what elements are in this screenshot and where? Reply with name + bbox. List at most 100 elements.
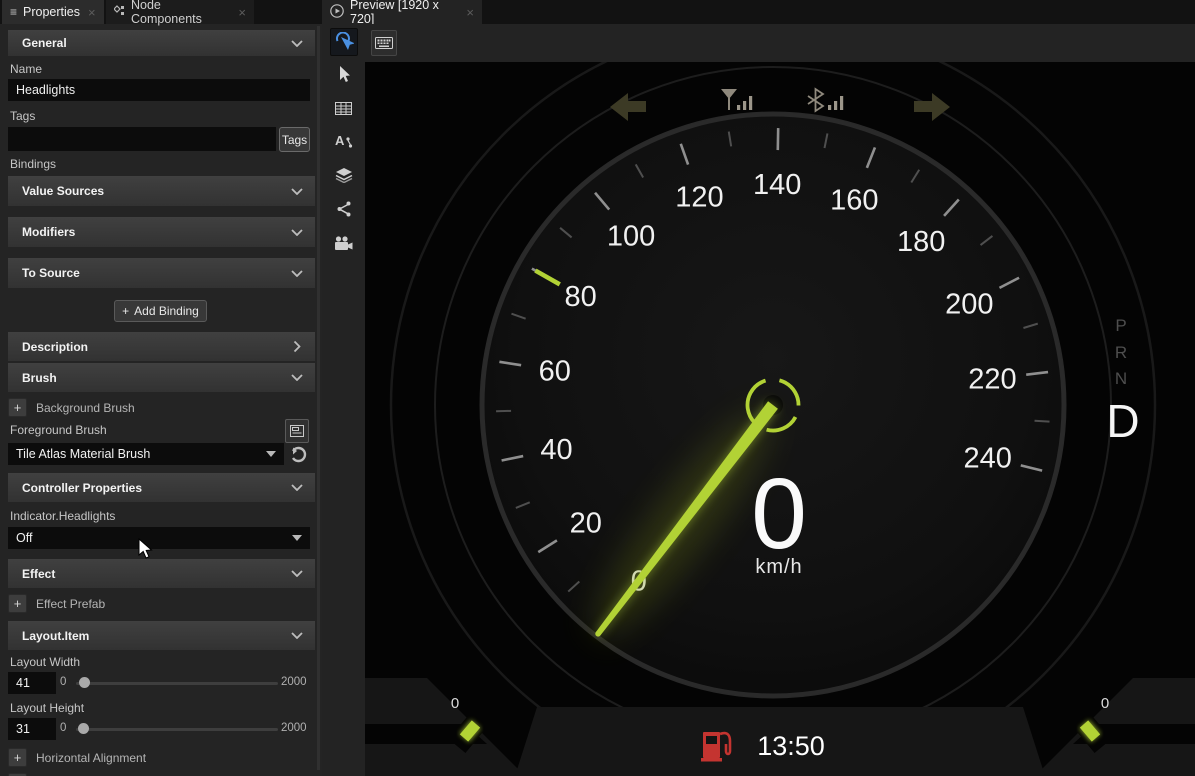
connections-icon xyxy=(336,201,352,217)
left-tabbar: ≡ Properties × Node Components × xyxy=(0,0,322,24)
foreground-brush-select[interactable]: Tile Atlas Material Brush xyxy=(8,443,284,465)
section-description[interactable]: Description xyxy=(8,332,315,361)
section-modifiers[interactable]: Modifiers xyxy=(8,217,315,247)
tags-label: Tags xyxy=(10,109,35,123)
section-value-sources[interactable]: Value Sources xyxy=(8,176,315,206)
section-layout-item[interactable]: Layout.Item xyxy=(8,621,315,650)
video-camera-icon xyxy=(334,236,353,251)
horizontal-alignment-label: Horizontal Alignment xyxy=(36,751,146,765)
camera-button[interactable] xyxy=(322,229,365,257)
left-turn-indicator-icon xyxy=(610,93,646,121)
dial-label: 140 xyxy=(753,169,801,201)
preview-side-toolbar: A xyxy=(322,58,365,776)
dial-label: 40 xyxy=(540,434,572,466)
brush-editor-button[interactable] xyxy=(285,419,309,443)
tags-input[interactable] xyxy=(8,127,276,151)
tab-label: Preview [1920 x 720] xyxy=(350,0,458,26)
plus-icon: + xyxy=(122,304,129,318)
section-effect[interactable]: Effect xyxy=(8,559,315,588)
gear-selected: D xyxy=(1106,395,1139,447)
play-icon xyxy=(330,4,344,21)
chevron-down-icon xyxy=(291,570,303,577)
revert-arrow-icon xyxy=(290,446,307,463)
dial-label: 180 xyxy=(897,226,945,258)
revert-brush-button[interactable] xyxy=(287,443,309,465)
tab-label: Node Components xyxy=(131,0,230,26)
gear-option: N xyxy=(1115,369,1127,388)
indicator-headlights-select[interactable]: Off xyxy=(8,527,310,549)
speed-value: 0 xyxy=(751,458,807,570)
chevron-down-icon xyxy=(291,374,303,381)
select-tool-button[interactable] xyxy=(322,60,365,88)
indicator-headlights-label: Indicator.Headlights xyxy=(10,509,115,523)
panel-scrollbar[interactable] xyxy=(317,26,320,770)
layout-width-slider-knob[interactable] xyxy=(79,677,90,688)
properties-panel: ≡ Properties × Node Components × General… xyxy=(0,0,322,776)
speed-unit: km/h xyxy=(755,556,802,578)
section-brush[interactable]: Brush xyxy=(8,363,315,392)
chevron-down-icon xyxy=(291,188,303,195)
preview-toolbar xyxy=(322,24,1195,58)
bluetooth-signal-icon xyxy=(808,89,843,111)
name-input[interactable]: Headlights xyxy=(8,79,310,101)
add-binding-button[interactable]: + Add Binding xyxy=(114,300,207,322)
right-mini-gauge-value: 0 xyxy=(1101,695,1109,712)
preview-panel: Preview [1920 x 720] × A xyxy=(322,0,1195,776)
section-controller-properties[interactable]: Controller Properties xyxy=(8,473,315,502)
gear-option: P xyxy=(1115,316,1126,335)
properties-list-icon: ≡ xyxy=(10,5,17,19)
interact-cursor-icon xyxy=(334,32,354,52)
section-to-source[interactable]: To Source xyxy=(8,258,315,288)
dial-label: 100 xyxy=(607,221,655,253)
tags-button[interactable]: Tags xyxy=(279,127,310,152)
grid-view-button[interactable] xyxy=(322,94,365,122)
layout-height-slider-knob[interactable] xyxy=(78,723,89,734)
cursor-arrow-icon xyxy=(336,65,352,83)
dropdown-caret-icon xyxy=(292,535,302,541)
gear-option: R xyxy=(1115,343,1127,362)
preview-viewport[interactable]: 020406080100120140160180200220240 0 km/h… xyxy=(365,62,1195,776)
connections-button[interactable] xyxy=(322,195,365,223)
slider-min-label: 0 xyxy=(60,722,66,734)
tab-properties[interactable]: ≡ Properties × xyxy=(2,0,104,24)
interact-tool-button[interactable] xyxy=(330,28,358,56)
svg-text:A: A xyxy=(335,133,345,148)
bindings-label: Bindings xyxy=(10,157,56,171)
layers-icon xyxy=(335,167,353,183)
editor-window-icon xyxy=(290,425,304,437)
application-window: ≡ Properties × Node Components × General… xyxy=(0,0,1195,776)
layers-button[interactable] xyxy=(322,161,365,189)
antenna-signal-icon xyxy=(721,89,752,110)
dropdown-caret-icon xyxy=(266,451,276,457)
tab-preview[interactable]: Preview [1920 x 720] × xyxy=(322,0,482,24)
layout-height-slider-track[interactable] xyxy=(76,728,278,731)
tab-node-components[interactable]: Node Components × xyxy=(106,0,254,24)
left-mini-gauge-value: 0 xyxy=(451,695,459,712)
dial-label: 240 xyxy=(964,442,1012,474)
foreground-brush-label: Foreground Brush xyxy=(10,423,107,437)
add-horizontal-alignment-button[interactable]: + xyxy=(8,748,27,767)
add-effect-prefab-button[interactable]: + xyxy=(8,594,27,613)
text-analysis-button[interactable]: A xyxy=(322,127,365,155)
dial-label: 120 xyxy=(675,182,723,214)
close-icon[interactable]: × xyxy=(88,5,96,20)
section-general[interactable]: General xyxy=(8,30,315,56)
grid-icon xyxy=(335,102,352,115)
chevron-down-icon xyxy=(291,40,303,47)
layout-width-input[interactable]: 41 xyxy=(8,672,56,694)
dial-label: 80 xyxy=(565,281,597,313)
add-background-brush-button[interactable]: + xyxy=(8,398,27,417)
dial-label: 20 xyxy=(570,507,602,539)
slider-min-label: 0 xyxy=(60,676,66,688)
dial-label: 60 xyxy=(539,356,571,388)
name-label: Name xyxy=(10,62,42,76)
layout-height-input[interactable]: 31 xyxy=(8,718,56,740)
close-icon[interactable]: × xyxy=(466,5,474,20)
right-turn-indicator-icon xyxy=(914,93,950,121)
close-icon[interactable]: × xyxy=(238,5,246,20)
node-components-icon xyxy=(114,5,125,19)
keyboard-tool-button[interactable] xyxy=(371,30,397,56)
layout-width-slider-track[interactable] xyxy=(76,682,278,685)
chevron-down-icon xyxy=(291,484,303,491)
dial-label: 200 xyxy=(945,288,993,320)
